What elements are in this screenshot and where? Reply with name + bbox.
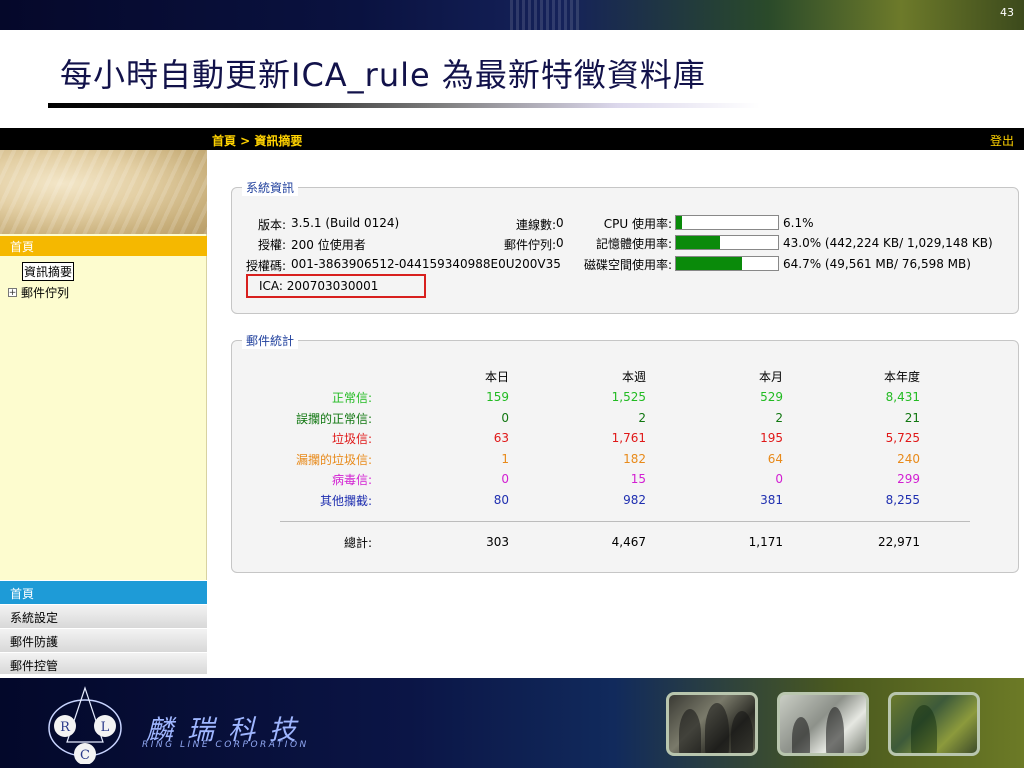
rlc-logo-icon: R L C (48, 686, 122, 764)
stats-cell-month: 64 (767, 451, 783, 466)
cpu-usage-bar (675, 215, 779, 230)
disk-usage-bar (675, 256, 779, 271)
stats-cell-week: 982 (623, 493, 646, 507)
stats-row-label: 漏攔的垃圾信: (295, 452, 372, 467)
stats-cell-today: 63 (493, 431, 509, 446)
breadcrumb: 首頁 > 資訊摘要 (212, 134, 303, 148)
column-header-today: 本日 (484, 370, 509, 384)
column-header-year: 本年度 (883, 370, 920, 384)
sidebar-item-summary[interactable]: 資訊摘要 (22, 262, 75, 281)
stats-cell-week: 2 (638, 410, 646, 425)
stats-row-label: 病毒信: (331, 473, 372, 488)
sidebar: 首頁 資訊摘要 + 郵件佇列 首頁 系統設定 郵件防護 郵件控管 (0, 150, 207, 674)
stats-row-label: 其他攔截: (319, 494, 372, 508)
footer-photo-abstract (888, 692, 980, 756)
ica-value: 200703030001 (286, 279, 379, 293)
cpu-value: 6.1% (783, 216, 814, 230)
stats-cell-year: 240 (897, 451, 920, 466)
company-english-name: RING LINE CORPORATION (142, 740, 309, 750)
license-value: 200 位使用者 (291, 238, 366, 252)
mail-stats-panel: 郵件統計 本日 本週 本月 本年度 正常信: 159 1,525 529 8,431 誤攔… (231, 332, 1019, 573)
stats-cell-week: 1,525 (611, 390, 646, 404)
memory-usage-bar (675, 235, 779, 250)
footer-photo-people (666, 692, 758, 756)
slide-title: 每小時自動更新ICA_rule 為最新特徵資料庫 (60, 56, 706, 94)
disk-value: 64.7% (49,561 MB/ 76,598 MB) (783, 257, 971, 271)
nav-system-settings[interactable]: 系統設定 (0, 604, 207, 628)
top-banner: 43 (0, 0, 1024, 30)
license-code-value: 001-3863906512-044159340988E0U200V35 (291, 257, 561, 271)
ica-label: ICA: (259, 279, 283, 293)
ica-highlight-box: ICA: 200703030001 (246, 274, 426, 298)
memory-value: 43.0% (442,224 KB/ 1,029,148 KB) (783, 236, 993, 250)
stats-cell-month: 0 (775, 472, 783, 487)
stats-cell-year: 21 (904, 410, 920, 425)
stats-row-label: 誤攔的正常信: (295, 411, 372, 426)
stats-row-label: 正常信: (331, 391, 372, 405)
stats-cell-year: 299 (897, 472, 920, 487)
system-info-panel: 系統資訊 版本: 3.5.1 (Build 0124) 授權: 200 位使用者… (231, 179, 1019, 314)
stats-cell-year: 8,255 (885, 493, 920, 507)
stats-cell-month: 381 (760, 493, 783, 507)
app-topbar: 首頁 > 資訊摘要 登出 (0, 128, 1024, 150)
stats-cell-today: 159 (486, 390, 509, 404)
app-screenshot: 首頁 > 資訊摘要 登出 首頁 資訊摘要 + 郵件佇列 首頁 系統設定 郵件防護… (0, 128, 1024, 674)
stats-cell-today: 80 (493, 493, 509, 507)
total-label: 總計: (343, 536, 372, 550)
license-code-label: 授權碼: (245, 259, 286, 273)
stats-cell-today: 0 (501, 410, 509, 425)
nav-mail-control[interactable]: 郵件控管 (0, 652, 207, 674)
stats-cell-week: 1,761 (611, 431, 646, 446)
sidebar-header: 首頁 (0, 236, 207, 256)
svg-text:C: C (80, 748, 90, 763)
total-today: 303 (486, 535, 509, 549)
stats-cell-today: 0 (501, 472, 509, 487)
column-header-month: 本月 (758, 370, 783, 384)
footer-banner: R L C 麟瑞科技 RING LINE CORPORATION (0, 678, 1024, 768)
stats-cell-today: 1 (501, 451, 509, 466)
cpu-usage-fill (676, 216, 683, 229)
stats-cell-year: 5,725 (885, 431, 920, 446)
mail-queue-label: 郵件佇列: (503, 238, 556, 252)
svg-text:R: R (60, 720, 71, 735)
sidebar-item-label: 郵件佇列 (21, 286, 70, 300)
disk-usage-fill (676, 257, 742, 270)
connections-label: 連線數: (515, 218, 556, 232)
nav-home[interactable]: 首頁 (0, 580, 207, 604)
cpu-label: CPU 使用率: (603, 217, 672, 231)
stats-row-label: 垃圾信: (331, 432, 372, 447)
column-header-week: 本週 (621, 370, 646, 384)
total-month: 1,171 (748, 535, 783, 549)
banner-pattern (510, 0, 580, 30)
title-underline (48, 103, 760, 108)
disk-label: 磁碟空間使用率: (583, 258, 672, 272)
sidebar-item-mail-queue[interactable]: + 郵件佇列 (8, 284, 69, 301)
stats-cell-week: 15 (630, 472, 646, 487)
expand-plus-icon[interactable]: + (8, 288, 17, 297)
stats-cell-month: 529 (760, 390, 783, 404)
version-label: 版本: (257, 218, 286, 232)
stats-cell-year: 8,431 (885, 390, 920, 404)
memory-usage-fill (676, 236, 720, 249)
slide-number: 43 (1000, 6, 1014, 19)
logout-link[interactable]: 登出 (990, 132, 1014, 149)
stats-divider (280, 521, 970, 522)
total-week: 4,467 (611, 535, 646, 549)
svg-text:L: L (101, 720, 110, 735)
license-label: 授權: (257, 238, 286, 252)
total-year: 22,971 (878, 535, 920, 549)
footer-photo-meeting (777, 692, 869, 756)
stats-cell-month: 195 (760, 431, 783, 446)
system-info-legend: 系統資訊 (242, 179, 299, 196)
stats-cell-week: 182 (623, 451, 646, 466)
stats-cell-month: 2 (775, 410, 783, 425)
mail-stats-legend: 郵件統計 (242, 332, 299, 349)
sidebar-banner-image (0, 150, 207, 234)
version-value: 3.5.1 (Build 0124) (291, 216, 400, 230)
memory-label: 記憶體使用率: (595, 237, 672, 251)
nav-mail-protection[interactable]: 郵件防護 (0, 628, 207, 652)
